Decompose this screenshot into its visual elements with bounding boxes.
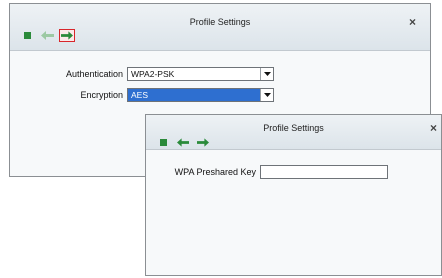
preshared-key-label: WPA Preshared Key [174,167,256,177]
stop-button[interactable] [19,29,35,42]
back-arrow-icon [40,31,54,40]
window-title: Profile Settings [263,123,324,133]
encryption-row: Encryption AES [40,88,274,102]
toolbar [155,136,211,149]
authentication-value: WPA2-PSK [131,69,175,79]
back-button[interactable] [175,136,191,149]
close-icon[interactable]: × [409,15,416,29]
encryption-select[interactable]: AES [127,88,274,102]
close-icon[interactable]: × [430,121,437,135]
encryption-value: AES [131,90,149,100]
dropdown-arrow-icon[interactable] [260,68,273,80]
window-title: Profile Settings [189,17,251,27]
next-button[interactable] [59,29,75,42]
forward-arrow-icon [197,138,209,147]
stop-button[interactable] [155,136,171,149]
authentication-select[interactable]: WPA2-PSK [127,67,274,81]
back-button[interactable] [39,29,55,42]
preshared-key-row: WPA Preshared Key [156,165,388,179]
encryption-label: Encryption [80,90,123,100]
forward-arrow-icon [61,31,73,40]
dropdown-arrow-icon[interactable] [260,89,273,101]
authentication-label: Authentication [65,69,123,79]
title-bar: Profile Settings × [146,115,441,149]
stop-icon [159,139,167,146]
window-body: WPA Preshared Key [146,149,441,275]
toolbar [19,29,75,42]
profile-settings-window-front: Profile Settings × WPA Preshared Key [145,114,442,276]
title-bar: Profile Settings × [10,4,430,50]
back-arrow-icon [177,138,189,147]
next-button[interactable] [195,136,211,149]
preshared-key-input[interactable] [260,165,388,179]
stop-icon [23,32,31,39]
authentication-row: Authentication WPA2-PSK [40,67,274,81]
